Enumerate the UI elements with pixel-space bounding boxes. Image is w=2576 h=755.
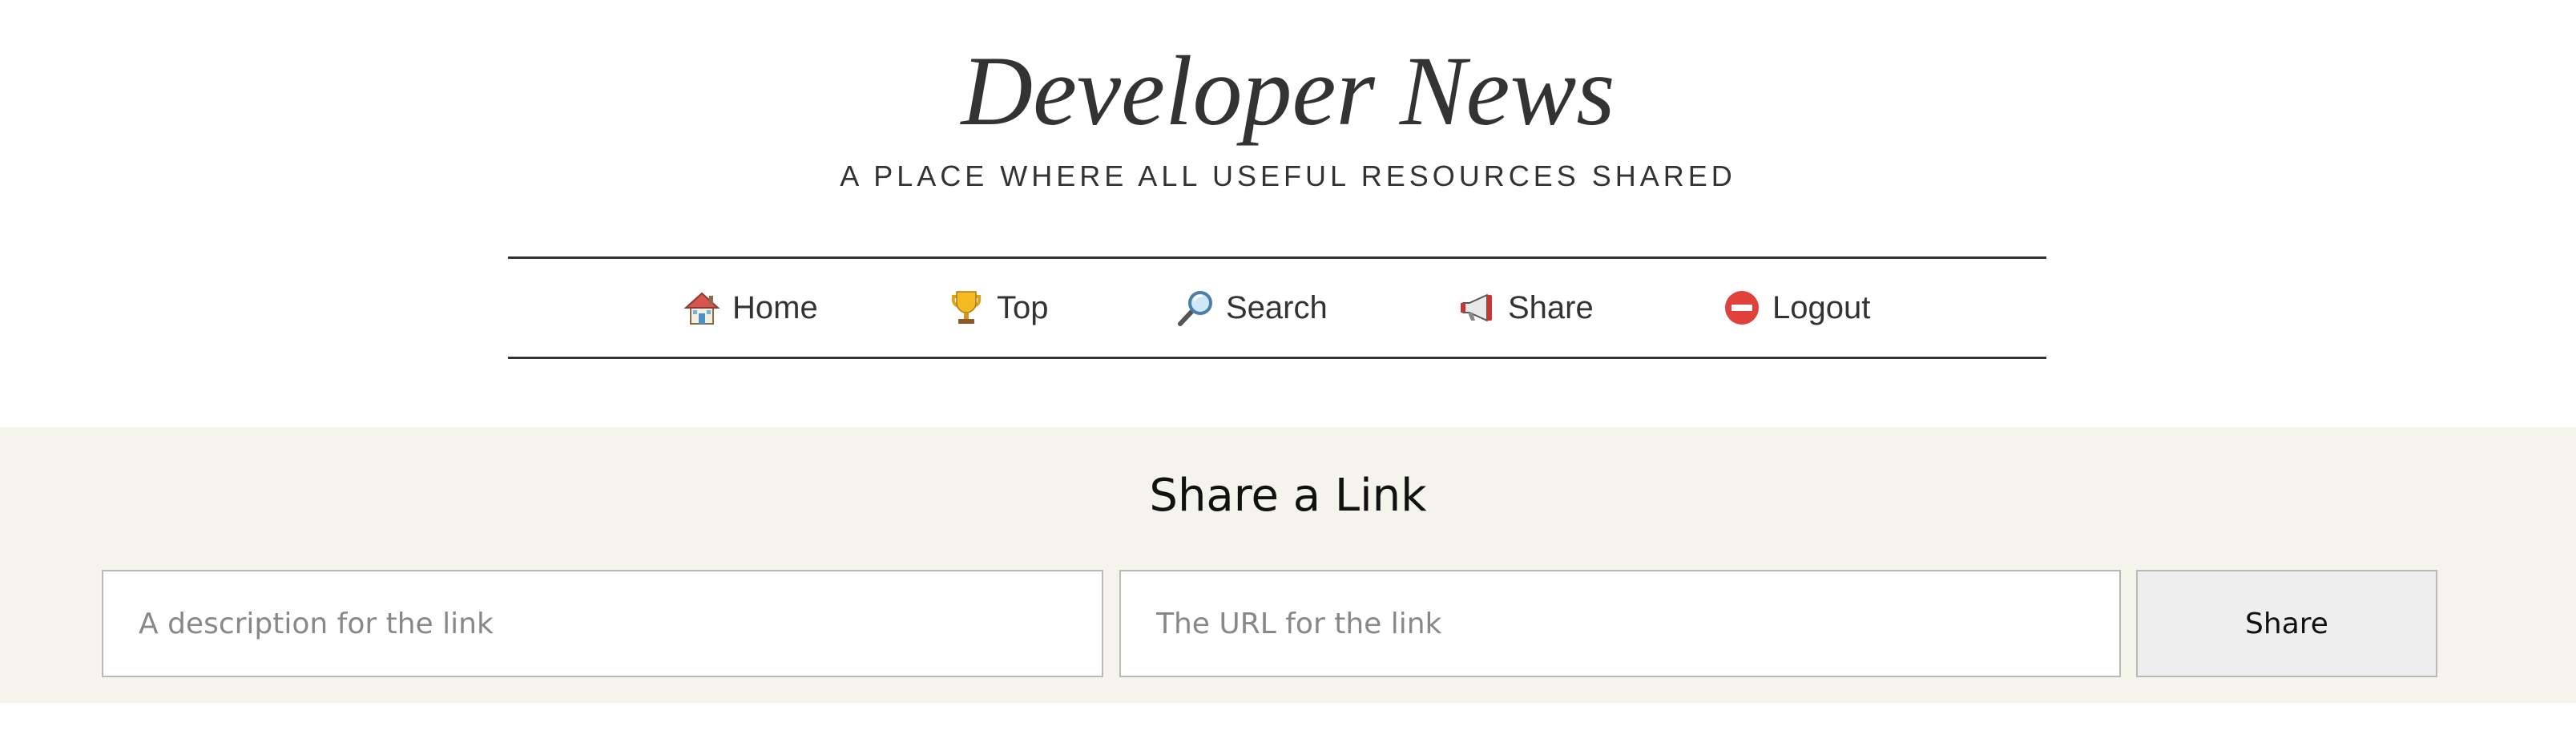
nav-item-home[interactable]: Home xyxy=(683,259,818,357)
site-tagline: A PLACE WHERE ALL USEFUL RESOURCES SHARE… xyxy=(840,159,1736,192)
nav-item-label: Home xyxy=(732,289,818,325)
nav-item-logout[interactable]: Logout xyxy=(1723,259,1870,357)
nav-item-label: Share xyxy=(1508,289,1594,325)
magnifying-glass-icon xyxy=(1176,289,1215,327)
house-icon xyxy=(683,289,721,327)
main-nav: Home Top Search Share Logout xyxy=(508,256,2046,359)
url-input[interactable] xyxy=(1119,570,2121,677)
share-heading: Share a Link xyxy=(1149,470,1427,522)
nav-item-label: Top xyxy=(997,289,1049,325)
nav-item-label: Logout xyxy=(1772,289,1871,325)
share-button[interactable]: Share xyxy=(2136,570,2437,677)
trophy-icon xyxy=(947,289,986,327)
nav-item-search[interactable]: Search xyxy=(1176,259,1328,357)
nav-item-label: Search xyxy=(1226,289,1328,325)
site-title: Developer News xyxy=(961,36,1615,146)
megaphone-icon xyxy=(1458,289,1497,327)
no-entry-icon xyxy=(1723,289,1761,327)
description-input[interactable] xyxy=(102,570,1103,677)
share-link-section: Share a Link Share xyxy=(0,427,2576,703)
nav-item-top[interactable]: Top xyxy=(947,259,1049,357)
nav-item-share[interactable]: Share xyxy=(1458,259,1594,357)
